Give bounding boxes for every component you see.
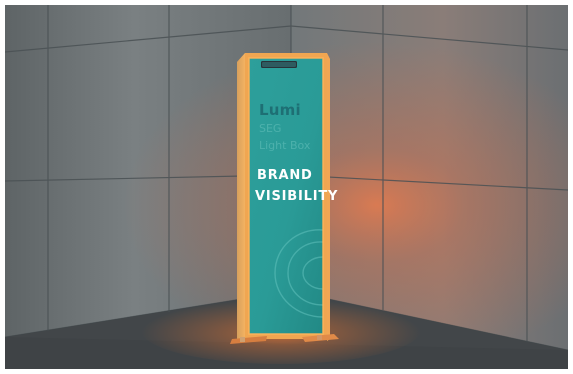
lightbox-photo: Lumi SEG Light Box BRAND VISIBILITY — [5, 5, 568, 369]
room-scene — [5, 5, 568, 369]
image-frame: Lumi SEG Light Box BRAND VISIBILITY — [0, 0, 573, 374]
